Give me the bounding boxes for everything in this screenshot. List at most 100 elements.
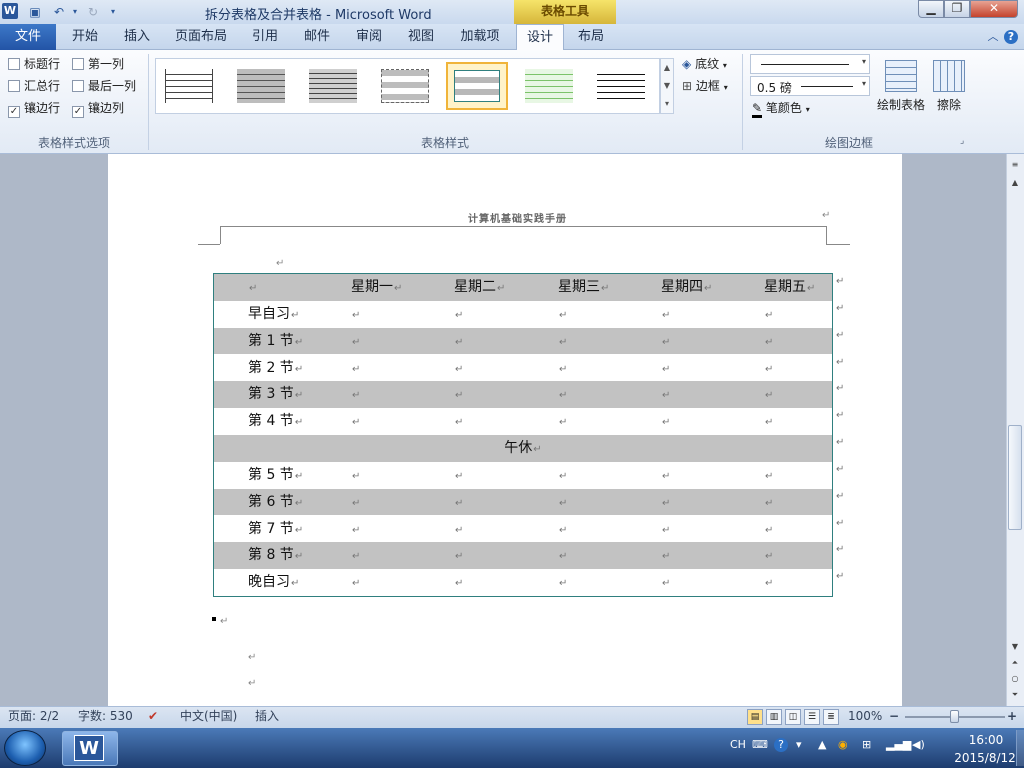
print-layout-icon[interactable]: ▤ [747,709,763,725]
last-column-checkbox[interactable] [72,80,84,92]
first-column-option[interactable]: 第一列 [72,55,124,73]
table-style-plain-grid[interactable] [158,62,220,110]
table-style-gray-banded[interactable] [374,62,436,110]
table-cell[interactable]: ↵ [454,301,463,328]
banded-rows-checkbox[interactable]: ✓ [8,106,20,118]
total-row-checkbox[interactable] [8,80,20,92]
next-page-icon[interactable]: ⏷ [1008,688,1022,702]
table-cell[interactable]: ↵ [558,301,567,328]
table-cell[interactable]: ↵ [661,328,670,355]
keyboard-icon[interactable]: ⌨ [752,738,768,751]
table-cell[interactable]: ↵ [558,462,567,489]
table-cell[interactable]: 第 1 节↵ [248,328,303,355]
help-icon[interactable]: ? [1004,30,1018,44]
table-cell[interactable]: ↵ [764,516,773,543]
table-cell[interactable]: 星期四↵ [661,274,712,301]
table-cell[interactable]: ↵ [351,489,360,516]
table-cell[interactable]: 星期一↵ [351,274,402,301]
table-cell[interactable]: ↵ [351,462,360,489]
table-cell[interactable]: ↵ [764,355,773,382]
redo-icon[interactable]: ↻ [84,3,102,21]
scroll-up-icon[interactable]: ▲ [1008,176,1022,190]
draw-table-button[interactable]: 绘制表格 [874,58,928,118]
undo-dropdown-icon[interactable]: ▾ [66,3,84,21]
table-cell[interactable]: 第 3 节↵ [248,381,303,408]
table-row[interactable]: 第 2 节↵ ↵ ↵ ↵ ↵ ↵ ↵ [214,355,844,382]
table-cell[interactable]: 第 5 节↵ [248,462,303,489]
previous-page-icon[interactable]: ⏶ [1008,656,1022,670]
language-indicator[interactable]: 中文(中国) [180,706,237,728]
table-cell[interactable]: ↵ [351,408,360,435]
tab-page-layout[interactable]: 页面布局 [168,24,234,50]
table-cell[interactable]: ↵ [764,328,773,355]
table-header-row[interactable]: ↵ 星期一↵ 星期二↵ 星期三↵ 星期四↵ 星期五↵ ↵ [214,274,844,301]
table-row[interactable]: 午休↵ ↵ [214,435,844,462]
close-button[interactable]: ✕ [970,0,1018,18]
table-cell[interactable]: ↵ [661,462,670,489]
table-style-black-lines[interactable] [590,62,652,110]
header-row-checkbox[interactable] [8,58,20,70]
table-cell[interactable]: ↵ [248,274,257,301]
ruler-toggle-icon[interactable]: ≡ [1008,158,1022,172]
table-style-selected-banded[interactable] [446,62,508,110]
word-count[interactable]: 字数: 530 [78,706,133,728]
gallery-down-icon[interactable]: ▼ [661,77,673,95]
zoom-level[interactable]: 100% [848,706,882,728]
eraser-button[interactable]: 擦除 [922,58,976,118]
table-cell[interactable]: ↵ [454,408,463,435]
table-cell[interactable]: ↵ [764,408,773,435]
outline-icon[interactable]: ☰ [804,709,820,725]
banded-rows-option[interactable]: ✓ 镶边行 [8,99,60,118]
tab-review[interactable]: 审阅 [346,24,392,50]
gallery-up-icon[interactable]: ▲ [661,59,673,77]
table-row[interactable]: 第 1 节↵ ↵ ↵ ↵ ↵ ↵ ↵ [214,327,844,355]
tab-references[interactable]: 引用 [242,24,288,50]
tab-home[interactable]: 开始 [62,24,108,50]
web-layout-icon[interactable]: ◫ [785,709,801,725]
tab-layout[interactable]: 布局 [568,24,614,50]
dialog-launcher-icon[interactable]: ⌟ [960,136,964,146]
tab-view[interactable]: 视图 [398,24,444,50]
table-style-gray-grid[interactable] [302,62,364,110]
customize-quick-access-icon[interactable]: ▾ [104,3,122,21]
tab-add-ins[interactable]: 加载项 [452,24,508,50]
insert-mode[interactable]: 插入 [255,706,279,728]
tab-file[interactable]: 文件 [0,24,56,50]
table-cell[interactable]: ↵ [351,381,360,408]
table-row[interactable]: 第 4 节↵ ↵ ↵ ↵ ↵ ↵ ↵ [214,408,844,435]
table-cell[interactable]: ↵ [454,569,463,596]
table-cell[interactable]: ↵ [454,516,463,543]
table-cell[interactable]: ↵ [558,489,567,516]
minimize-button[interactable]: ▁ [918,0,944,18]
table-cell[interactable]: ↵ [764,462,773,489]
table-cell[interactable]: 第 8 节↵ [248,542,303,569]
clock-time[interactable]: 16:00 [956,733,1016,747]
table-cell[interactable]: ↵ [351,516,360,543]
gallery-more-icon[interactable]: ▾ [661,95,673,113]
table-row[interactable]: 早自习↵ ↵ ↵ ↵ ↵ ↵ ↵ [214,301,844,328]
volume-icon[interactable]: ◀) [912,738,925,751]
table-cell[interactable]: ↵ [558,355,567,382]
start-button[interactable] [4,730,46,766]
pen-color-button[interactable]: ✎ 笔颜色 ▾ [752,98,810,118]
table-cell[interactable]: ↵ [661,516,670,543]
table-cell[interactable]: 早自习↵ [248,301,299,328]
table-cell[interactable]: ↵ [351,301,360,328]
table-cell[interactable]: ↵ [764,381,773,408]
table-row[interactable]: 第 3 节↵ ↵ ↵ ↵ ↵ ↵ ↵ [214,381,844,409]
first-column-checkbox[interactable] [72,58,84,70]
table-cell[interactable]: ↵ [764,542,773,569]
total-row-option[interactable]: 汇总行 [8,77,60,95]
table-row[interactable]: 第 8 节↵ ↵ ↵ ↵ ↵ ↵ ↵ [214,542,844,570]
table-cell[interactable]: ↵ [558,408,567,435]
table-cell[interactable]: ↵ [661,408,670,435]
table-cell[interactable]: ↵ [454,355,463,382]
banded-columns-checkbox[interactable]: ✓ [72,106,84,118]
table-cell[interactable]: ↵ [764,301,773,328]
table-cell[interactable]: ↵ [454,328,463,355]
table-cell[interactable]: ↵ [351,328,360,355]
table-row[interactable]: 第 5 节↵ ↵ ↵ ↵ ↵ ↵ ↵ [214,462,844,489]
select-browse-object-icon[interactable]: ○ [1008,672,1022,686]
show-desktop-button[interactable] [1016,730,1024,766]
show-hidden-icons[interactable]: ▲ [818,738,826,751]
